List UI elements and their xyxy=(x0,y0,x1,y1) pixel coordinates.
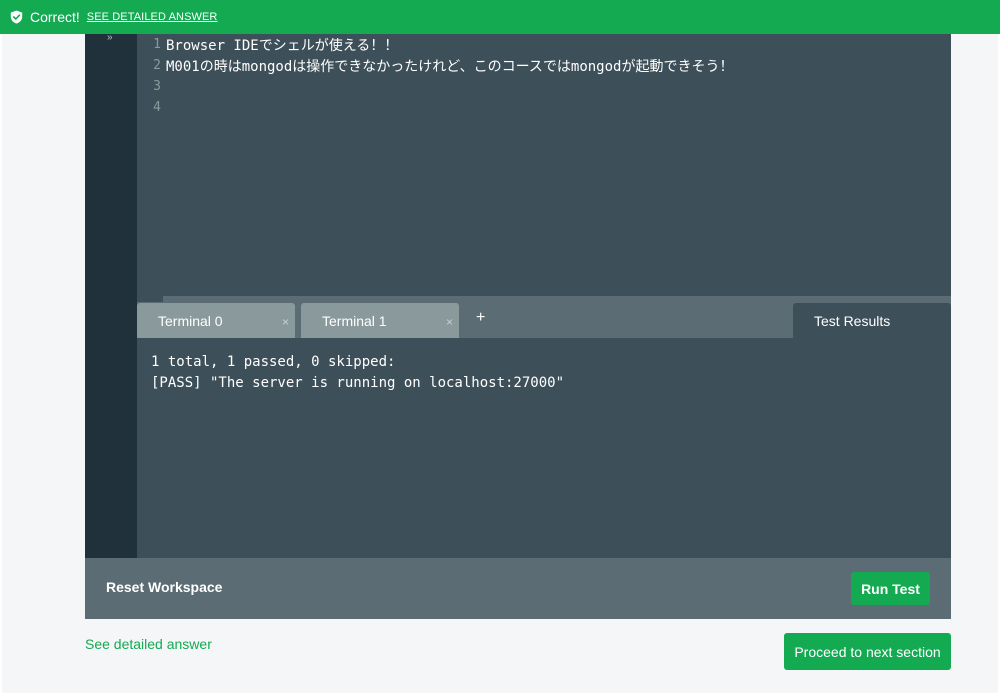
see-detailed-answer-link-bottom[interactable]: See detailed answer xyxy=(85,636,212,652)
result-summary: 1 total, 1 passed, 0 skipped: xyxy=(151,354,396,370)
line-number: 3 xyxy=(153,79,161,94)
line-text: Browser IDEでシェルが使える！！ xyxy=(166,37,399,54)
collapse-icon[interactable]: » xyxy=(107,32,113,43)
code-line: 1 Browser IDEでシェルが使える！！ xyxy=(137,34,398,55)
shield-check-icon xyxy=(10,10,23,24)
close-icon[interactable]: × xyxy=(282,315,289,329)
tab-label: Terminal 1 xyxy=(322,312,387,329)
run-test-button[interactable]: Run Test xyxy=(851,572,930,605)
line-text: M001の時はmongodは操作できなかったけれど、このコースではmongodが… xyxy=(166,58,734,75)
status-text: Correct! xyxy=(30,9,80,25)
tab-label: Terminal 0 xyxy=(158,312,223,329)
proceed-next-section-button[interactable]: Proceed to next section xyxy=(784,633,951,670)
file-sidebar: » xyxy=(85,32,137,558)
result-line: [PASS] "The server is running on localho… xyxy=(151,375,565,391)
test-results-panel: 1 total, 1 passed, 0 skipped: [PASS] "Th… xyxy=(137,338,951,558)
ide-workspace: » 1 Browser IDEでシェルが使える！！ 2 M001の時はmongo… xyxy=(85,32,951,619)
line-number: 4 xyxy=(153,100,161,115)
close-icon[interactable]: × xyxy=(446,315,453,329)
code-line: 3 xyxy=(137,76,166,97)
tab-terminal-1[interactable]: Terminal 1 × xyxy=(301,303,459,338)
tab-terminal-0[interactable]: Terminal 0 × xyxy=(137,303,295,338)
add-terminal-button[interactable]: + xyxy=(476,309,485,327)
line-number: 1 xyxy=(153,37,161,52)
see-detailed-answer-link[interactable]: SEE DETAILED ANSWER xyxy=(87,11,218,23)
status-banner: Correct! SEE DETAILED ANSWER xyxy=(0,0,1000,34)
workspace-footer: Reset Workspace Run Test xyxy=(85,558,951,619)
terminal-tab-bar: Terminal 0 × Terminal 1 × + Test Results xyxy=(137,302,951,338)
code-line: 2 M001の時はmongodは操作できなかったけれど、このコースではmongo… xyxy=(137,55,733,76)
reset-workspace-button[interactable]: Reset Workspace xyxy=(106,579,222,595)
tab-label: Test Results xyxy=(814,312,891,329)
tab-test-results[interactable]: Test Results xyxy=(793,303,951,338)
code-editor[interactable]: 1 Browser IDEでシェルが使える！！ 2 M001の時はmongodは… xyxy=(137,34,951,296)
code-line: 4 xyxy=(137,97,166,118)
line-number: 2 xyxy=(153,58,161,73)
